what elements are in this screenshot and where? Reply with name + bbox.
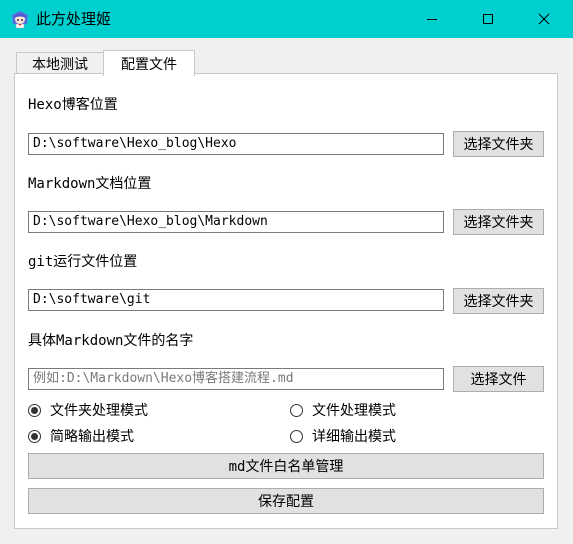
md-file-label: 具体Markdown文件的名字 — [28, 333, 194, 349]
minimize-icon — [427, 19, 437, 20]
tab-label: 配置文件 — [121, 56, 177, 73]
hexo-browse-button[interactable]: 选择文件夹 — [453, 131, 544, 157]
folder-mode-radio[interactable]: 文件夹处理模式 — [28, 400, 148, 420]
radio-label: 简略输出模式 — [50, 429, 134, 445]
button-label: md文件白名单管理 — [228, 459, 344, 475]
radio-unselected-indicator — [290, 403, 303, 417]
radio-selected-indicator — [28, 429, 41, 443]
hexo-path-label: Hexo博客位置 — [28, 97, 118, 113]
git-path-label: git运行文件位置 — [28, 254, 138, 270]
close-button[interactable] — [516, 0, 572, 38]
radio-unselected-indicator — [290, 429, 303, 443]
markdown-browse-button[interactable]: 选择文件夹 — [453, 209, 544, 235]
button-label: 选择文件夹 — [463, 294, 534, 310]
radio-label: 文件处理模式 — [312, 403, 396, 419]
window-title: 此方处理姬 — [36, 10, 112, 28]
brief-output-radio[interactable]: 简略输出模式 — [28, 426, 134, 446]
markdown-path-label: Markdown文档位置 — [28, 176, 152, 192]
title-bar[interactable]: 此方处理姬 — [0, 0, 573, 38]
radio-label: 详细输出模式 — [312, 429, 396, 445]
button-label: 选择文件夹 — [463, 137, 534, 153]
git-browse-button[interactable]: 选择文件夹 — [453, 288, 544, 314]
git-path-input[interactable]: D:\software\git — [28, 289, 444, 311]
tab-label: 本地测试 — [32, 57, 88, 73]
radio-selected-indicator — [28, 403, 41, 417]
md-file-input[interactable]: 例如:D:\Markdown\Hexo博客搭建流程.md — [28, 368, 444, 390]
maximize-icon — [483, 14, 493, 24]
radio-label: 文件夹处理模式 — [50, 403, 148, 419]
verbose-output-radio[interactable]: 详细输出模式 — [290, 426, 396, 446]
save-config-button[interactable]: 保存配置 — [28, 488, 544, 514]
tab-config-file[interactable]: 配置文件 — [103, 50, 195, 76]
anime-character-icon — [12, 11, 28, 29]
button-label: 选择文件夹 — [463, 215, 534, 231]
markdown-path-input[interactable]: D:\software\Hexo_blog\Markdown — [28, 211, 444, 233]
hexo-path-input[interactable]: D:\software\Hexo_blog\Hexo — [28, 133, 444, 155]
file-mode-radio[interactable]: 文件处理模式 — [290, 400, 396, 420]
close-icon — [538, 13, 550, 25]
tab-local-test[interactable]: 本地测试 — [16, 52, 104, 75]
button-label: 保存配置 — [258, 494, 314, 510]
minimize-button[interactable] — [404, 0, 460, 38]
button-label: 选择文件 — [470, 372, 527, 388]
whitelist-management-button[interactable]: md文件白名单管理 — [28, 453, 544, 479]
maximize-button[interactable] — [460, 0, 516, 38]
md-file-browse-button[interactable]: 选择文件 — [453, 366, 544, 392]
